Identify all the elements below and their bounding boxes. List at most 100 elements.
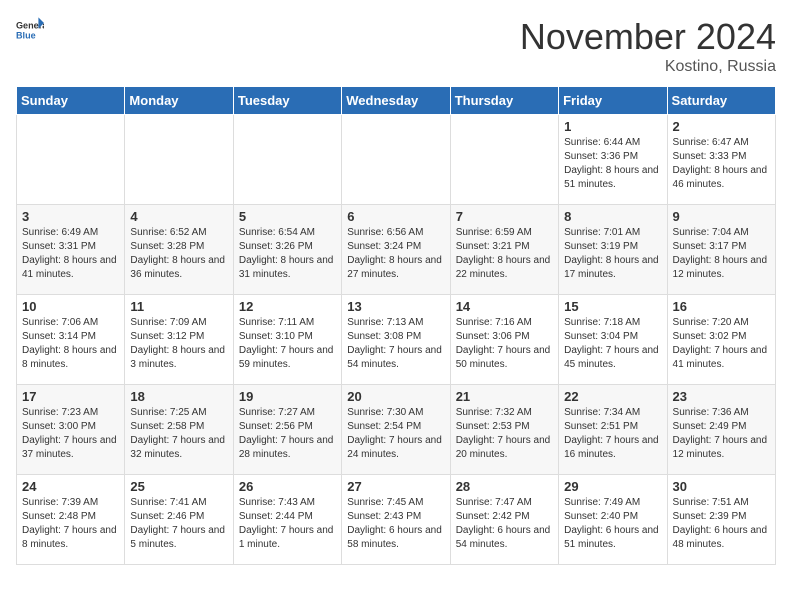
day-info: Sunrise: 7:16 AM Sunset: 3:06 PM Dayligh… [456, 316, 553, 372]
calendar-table: SundayMondayTuesdayWednesdayThursdayFrid… [16, 86, 776, 565]
day-number: 21 [456, 389, 553, 404]
day-info: Sunrise: 6:49 AM Sunset: 3:31 PM Dayligh… [22, 226, 119, 282]
calendar-cell: 23Sunrise: 7:36 AM Sunset: 2:49 PM Dayli… [667, 385, 775, 475]
calendar-body: 1 Sunrise: 6:44 AM Sunset: 3:36 PM Daylig… [17, 115, 776, 565]
weekday-header-monday: Monday [125, 87, 233, 115]
logo: General Blue [16, 16, 44, 44]
calendar-cell: 14 Sunrise: 7:16 AM Sunset: 3:06 PM Dayli… [450, 295, 558, 385]
day-number: 11 [130, 299, 227, 314]
day-info: Sunrise: 6:56 AM Sunset: 3:24 PM Dayligh… [347, 226, 444, 282]
day-number: 6 [347, 209, 444, 224]
day-number: 19 [239, 389, 336, 404]
day-info: Sunrise: 7:43 AM Sunset: 2:44 PM Dayligh… [239, 496, 336, 552]
calendar-cell: 6 Sunrise: 6:56 AM Sunset: 3:24 PM Daylig… [342, 205, 450, 295]
calendar-cell: 9 Sunrise: 7:04 AM Sunset: 3:17 PM Daylig… [667, 205, 775, 295]
weekday-header-row: SundayMondayTuesdayWednesdayThursdayFrid… [17, 87, 776, 115]
weekday-header-thursday: Thursday [450, 87, 558, 115]
calendar-cell: 4 Sunrise: 6:52 AM Sunset: 3:28 PM Daylig… [125, 205, 233, 295]
day-number: 15 [564, 299, 661, 314]
day-number: 8 [564, 209, 661, 224]
day-info: Sunrise: 7:09 AM Sunset: 3:12 PM Dayligh… [130, 316, 227, 372]
svg-text:Blue: Blue [16, 30, 36, 40]
calendar-cell: 17 Sunrise: 7:23 AM Sunset: 3:00 PM Dayli… [17, 385, 125, 475]
day-number: 2 [673, 119, 770, 134]
day-number: 30 [673, 479, 770, 494]
calendar-cell: 8 Sunrise: 7:01 AM Sunset: 3:19 PM Daylig… [559, 205, 667, 295]
calendar-cell: 15 Sunrise: 7:18 AM Sunset: 3:04 PM Dayli… [559, 295, 667, 385]
day-number: 20 [347, 389, 444, 404]
calendar-cell: 7 Sunrise: 6:59 AM Sunset: 3:21 PM Daylig… [450, 205, 558, 295]
day-number: 22 [564, 389, 661, 404]
calendar-week-row: 1 Sunrise: 6:44 AM Sunset: 3:36 PM Daylig… [17, 115, 776, 205]
calendar-week-row: 17 Sunrise: 7:23 AM Sunset: 3:00 PM Dayli… [17, 385, 776, 475]
calendar-cell: 24 Sunrise: 7:39 AM Sunset: 2:48 PM Dayli… [17, 475, 125, 565]
calendar-cell: 1 Sunrise: 6:44 AM Sunset: 3:36 PM Daylig… [559, 115, 667, 205]
calendar-cell [450, 115, 558, 205]
calendar-cell: 18Sunrise: 7:25 AM Sunset: 2:58 PM Dayli… [125, 385, 233, 475]
day-info: Sunrise: 7:51 AM Sunset: 2:39 PM Dayligh… [673, 496, 770, 552]
day-info: Sunrise: 7:45 AM Sunset: 2:43 PM Dayligh… [347, 496, 444, 552]
day-number: 24 [22, 479, 119, 494]
calendar-cell: 28 Sunrise: 7:47 AM Sunset: 2:42 PM Dayli… [450, 475, 558, 565]
calendar-week-row: 24 Sunrise: 7:39 AM Sunset: 2:48 PM Dayli… [17, 475, 776, 565]
calendar-cell: 10Sunrise: 7:06 AM Sunset: 3:14 PM Dayli… [17, 295, 125, 385]
day-number: 16 [673, 299, 770, 314]
day-info: Sunrise: 7:47 AM Sunset: 2:42 PM Dayligh… [456, 496, 553, 552]
title-area: November 2024 Kostino, Russia [520, 16, 776, 76]
calendar-cell: 2 Sunrise: 6:47 AM Sunset: 3:33 PM Daylig… [667, 115, 775, 205]
day-number: 3 [22, 209, 119, 224]
calendar-cell: 11 Sunrise: 7:09 AM Sunset: 3:12 PM Dayli… [125, 295, 233, 385]
weekday-header-tuesday: Tuesday [233, 87, 341, 115]
day-info: Sunrise: 7:06 AM Sunset: 3:14 PM Dayligh… [22, 316, 119, 372]
day-info: Sunrise: 7:04 AM Sunset: 3:17 PM Dayligh… [673, 226, 770, 282]
day-number: 25 [130, 479, 227, 494]
day-number: 14 [456, 299, 553, 314]
day-info: Sunrise: 6:52 AM Sunset: 3:28 PM Dayligh… [130, 226, 227, 282]
day-info: Sunrise: 7:32 AM Sunset: 2:53 PM Dayligh… [456, 406, 553, 462]
calendar-week-row: 10Sunrise: 7:06 AM Sunset: 3:14 PM Dayli… [17, 295, 776, 385]
day-number: 17 [22, 389, 119, 404]
day-number: 9 [673, 209, 770, 224]
day-number: 7 [456, 209, 553, 224]
calendar-cell: 26Sunrise: 7:43 AM Sunset: 2:44 PM Dayli… [233, 475, 341, 565]
day-info: Sunrise: 6:47 AM Sunset: 3:33 PM Dayligh… [673, 136, 770, 192]
location-title: Kostino, Russia [520, 58, 776, 76]
logo-icon: General Blue [16, 16, 44, 44]
day-info: Sunrise: 7:41 AM Sunset: 2:46 PM Dayligh… [130, 496, 227, 552]
day-number: 27 [347, 479, 444, 494]
weekday-header-saturday: Saturday [667, 87, 775, 115]
day-info: Sunrise: 6:54 AM Sunset: 3:26 PM Dayligh… [239, 226, 336, 282]
day-info: Sunrise: 7:34 AM Sunset: 2:51 PM Dayligh… [564, 406, 661, 462]
weekday-header-friday: Friday [559, 87, 667, 115]
weekday-header-wednesday: Wednesday [342, 87, 450, 115]
day-number: 4 [130, 209, 227, 224]
day-number: 12 [239, 299, 336, 314]
day-info: Sunrise: 7:23 AM Sunset: 3:00 PM Dayligh… [22, 406, 119, 462]
calendar-cell: 27 Sunrise: 7:45 AM Sunset: 2:43 PM Dayli… [342, 475, 450, 565]
day-number: 5 [239, 209, 336, 224]
calendar-cell: 19 Sunrise: 7:27 AM Sunset: 2:56 PM Dayli… [233, 385, 341, 475]
day-number: 23 [673, 389, 770, 404]
day-info: Sunrise: 7:18 AM Sunset: 3:04 PM Dayligh… [564, 316, 661, 372]
calendar-cell: 13Sunrise: 7:13 AM Sunset: 3:08 PM Dayli… [342, 295, 450, 385]
calendar-cell [125, 115, 233, 205]
day-info: Sunrise: 7:27 AM Sunset: 2:56 PM Dayligh… [239, 406, 336, 462]
day-info: Sunrise: 6:59 AM Sunset: 3:21 PM Dayligh… [456, 226, 553, 282]
calendar-cell [233, 115, 341, 205]
day-info: Sunrise: 7:01 AM Sunset: 3:19 PM Dayligh… [564, 226, 661, 282]
day-info: Sunrise: 7:20 AM Sunset: 3:02 PM Dayligh… [673, 316, 770, 372]
day-number: 18 [130, 389, 227, 404]
day-number: 13 [347, 299, 444, 314]
calendar-cell: 16 Sunrise: 7:20 AM Sunset: 3:02 PM Dayli… [667, 295, 775, 385]
weekday-header-sunday: Sunday [17, 87, 125, 115]
calendar-week-row: 3 Sunrise: 6:49 AM Sunset: 3:31 PM Daylig… [17, 205, 776, 295]
day-info: Sunrise: 7:49 AM Sunset: 2:40 PM Dayligh… [564, 496, 661, 552]
month-title: November 2024 [520, 16, 776, 58]
day-info: Sunrise: 7:39 AM Sunset: 2:48 PM Dayligh… [22, 496, 119, 552]
calendar-cell: 12Sunrise: 7:11 AM Sunset: 3:10 PM Dayli… [233, 295, 341, 385]
day-number: 1 [564, 119, 661, 134]
day-number: 28 [456, 479, 553, 494]
calendar-cell: 22 Sunrise: 7:34 AM Sunset: 2:51 PM Dayli… [559, 385, 667, 475]
day-info: Sunrise: 6:44 AM Sunset: 3:36 PM Dayligh… [564, 136, 661, 192]
day-number: 29 [564, 479, 661, 494]
